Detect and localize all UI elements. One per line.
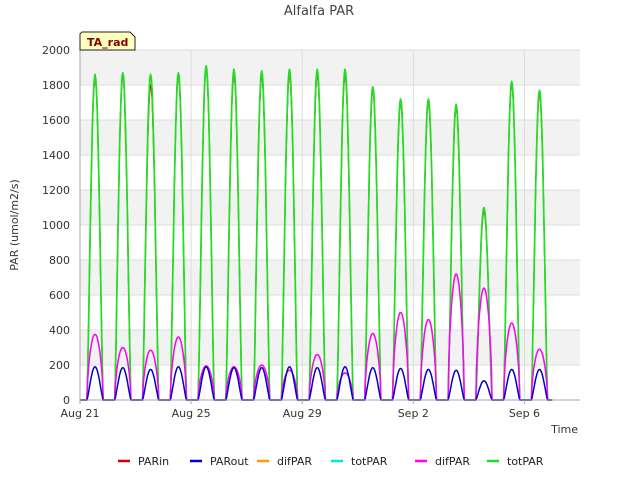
y-tick-labels: 0 200 400 600 800 1000 1200 1400 1600 1800 2000 — [42, 44, 70, 407]
ta-rad-badge: TA_rad — [79, 31, 136, 51]
x-tick-label: Aug 29 — [283, 407, 322, 420]
x-tick-label: Aug 25 — [172, 407, 211, 420]
plot-band — [80, 120, 580, 155]
x-tick-label: Sep 2 — [398, 407, 429, 420]
plot-band — [80, 50, 580, 85]
badge-label: TA_rad — [87, 36, 128, 49]
legend-label: difPAR — [435, 455, 470, 468]
y-axis-title: PAR (umol/m2/s) — [8, 179, 21, 271]
y-tick-label: 400 — [49, 324, 70, 337]
chart: Alfalfa PAR 0 200 400 600 800 1000 1200 1400 160… — [8, 4, 580, 468]
y-tick-label: 1600 — [42, 114, 70, 127]
y-tick-label: 2000 — [42, 44, 70, 57]
plot-band — [80, 85, 580, 120]
y-tick-label: 0 — [63, 394, 70, 407]
legend-label: totPAR — [507, 455, 544, 468]
y-tick-label: 200 — [49, 359, 70, 372]
legend-item-difpar-2: difPAR — [257, 455, 312, 468]
legend-item-totpar-5: totPAR — [487, 455, 544, 468]
legend: PARin PARout difPAR totPAR difPAR totPAR — [118, 455, 544, 468]
legend-label: difPAR — [277, 455, 312, 468]
y-tick-label: 1200 — [42, 184, 70, 197]
legend-item-parout-1: PARout — [190, 455, 249, 468]
x-axis-title: Time — [550, 423, 578, 436]
x-tick-labels: Aug 21 Aug 25 Aug 29 Sep 2 Sep 6 — [61, 400, 540, 420]
y-tick-label: 800 — [49, 254, 70, 267]
x-tick-label: Sep 6 — [509, 407, 540, 420]
plot-band — [80, 260, 580, 295]
legend-label: PARin — [138, 455, 169, 468]
chart-title: Alfalfa PAR — [284, 4, 354, 19]
y-tick-label: 600 — [49, 289, 70, 302]
legend-item-totpar-3: totPAR — [331, 455, 388, 468]
y-tick-label: 1000 — [42, 219, 70, 232]
legend-item-parin-0: PARin — [118, 455, 169, 468]
y-tick-label: 1800 — [42, 79, 70, 92]
legend-label: PARout — [210, 455, 249, 468]
y-tick-label: 1400 — [42, 149, 70, 162]
legend-item-difpar-4: difPAR — [415, 455, 470, 468]
legend-label: totPAR — [351, 455, 388, 468]
x-tick-label: Aug 21 — [61, 407, 100, 420]
